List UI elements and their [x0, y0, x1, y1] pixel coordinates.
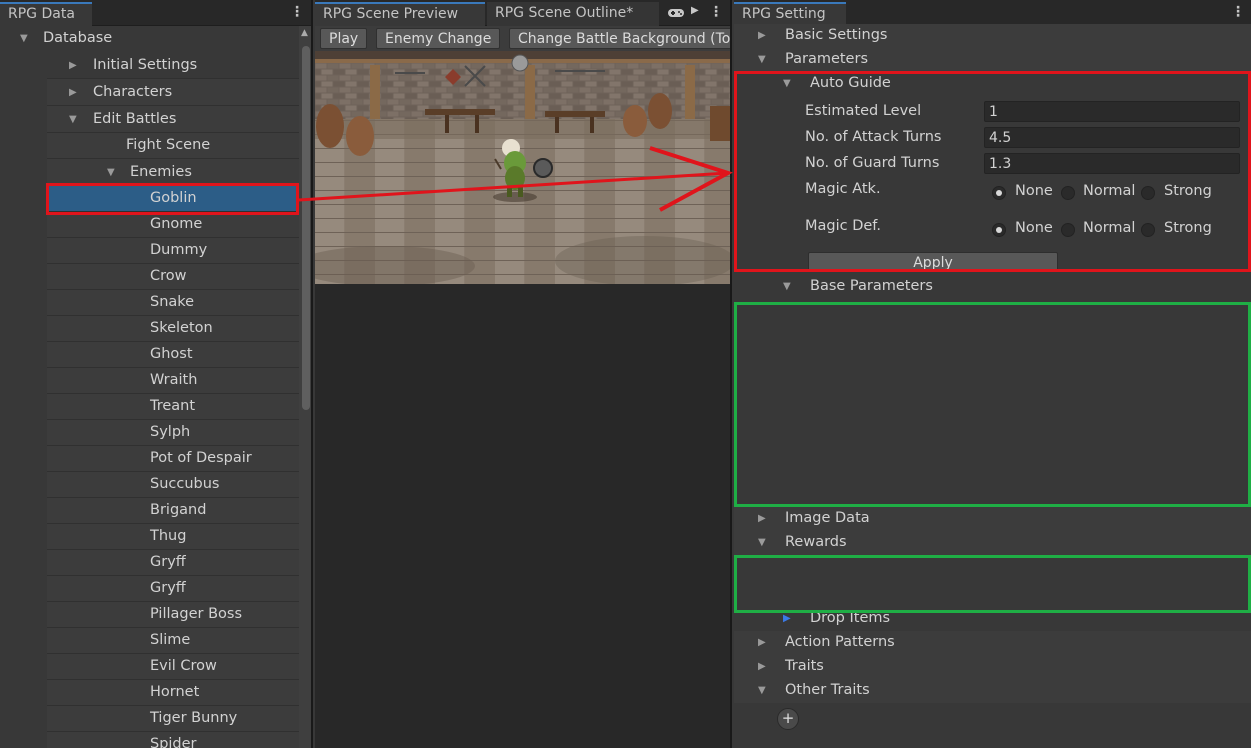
- annotation-arrow: [298, 146, 734, 212]
